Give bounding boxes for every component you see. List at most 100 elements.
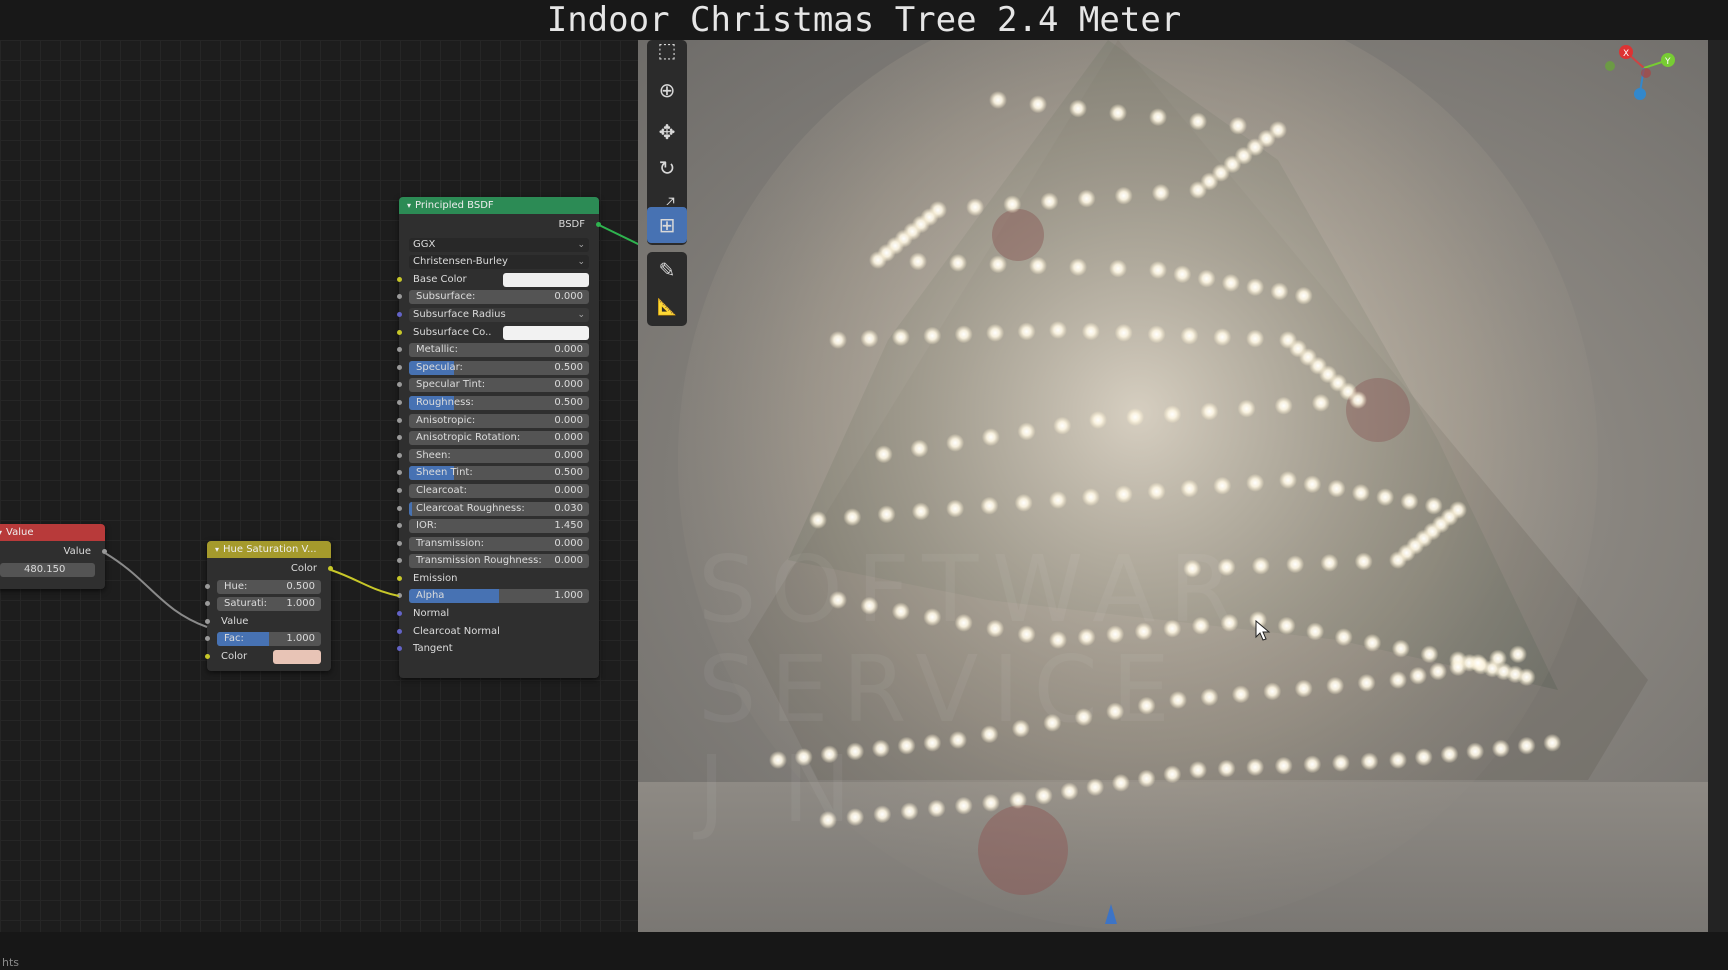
measure-icon: 📐 bbox=[657, 296, 677, 316]
light-bulb bbox=[980, 496, 999, 515]
subsurface-color-swatch[interactable] bbox=[503, 325, 589, 340]
specular-field[interactable]: Specular: 0.500 bbox=[409, 360, 589, 375]
saturation-field[interactable]: Saturati: 1.000 bbox=[217, 597, 321, 612]
light-bulb bbox=[949, 253, 967, 272]
light-bulb bbox=[1151, 183, 1170, 202]
watermark-line-2: SERVICE bbox=[698, 636, 1184, 743]
light-bulb bbox=[869, 251, 887, 269]
light-bulb bbox=[1466, 742, 1485, 761]
normal-socket[interactable] bbox=[397, 611, 402, 617]
hue-value: 0.500 bbox=[286, 580, 315, 592]
tangent-label: Tangent bbox=[413, 643, 453, 655]
value-field[interactable]: 480.150 bbox=[0, 562, 95, 577]
value-output-socket[interactable] bbox=[102, 549, 107, 554]
value-node[interactable]: ▾ Value Value 480.150 bbox=[0, 524, 107, 589]
base-color-swatch[interactable] bbox=[503, 272, 589, 287]
light-bulb bbox=[1420, 645, 1439, 664]
light-bulb bbox=[1029, 95, 1047, 114]
alpha-field[interactable]: Alpha 1.000 bbox=[409, 589, 589, 604]
specular-tint-field[interactable]: Specular Tint: 0.000 bbox=[409, 378, 589, 393]
hue-field[interactable]: Hue: 0.500 bbox=[217, 579, 321, 594]
subsurface-radius-dropdown[interactable]: Subsurface Radius ⌄ bbox=[409, 307, 589, 322]
light-bulb bbox=[1251, 556, 1270, 575]
light-bulb bbox=[874, 445, 893, 464]
saturation-input-socket[interactable] bbox=[205, 601, 210, 607]
sheen-tint-socket[interactable] bbox=[397, 470, 402, 476]
base-color-socket[interactable] bbox=[397, 276, 402, 282]
subsurface-radius-socket[interactable] bbox=[397, 311, 402, 317]
light-bulb bbox=[1109, 103, 1127, 122]
subsurface-field[interactable]: Subsurface: 0.000 bbox=[409, 290, 589, 305]
color-input-socket[interactable] bbox=[205, 653, 210, 659]
hue-saturation-node[interactable]: ▾ Hue Saturation V... Color Hue: 0.500 Sa… bbox=[205, 541, 333, 671]
light-bulb bbox=[891, 328, 910, 347]
light-bulb bbox=[1180, 479, 1199, 498]
clearcoat-roughness-field[interactable]: Clearcoat Roughness: 0.030 bbox=[409, 501, 589, 516]
navigation-gizmo[interactable]: X Y bbox=[1600, 40, 1680, 110]
distribution-dropdown[interactable]: GGX ⌄ bbox=[409, 237, 589, 252]
cursor-tool[interactable]: ⊕ bbox=[647, 72, 687, 108]
sheen-tint-field[interactable]: Sheen Tint: 0.500 bbox=[409, 466, 589, 481]
metallic-socket[interactable] bbox=[397, 347, 402, 353]
value-input-socket[interactable] bbox=[205, 618, 210, 624]
transmission-field[interactable]: Transmission: 0.000 bbox=[409, 536, 589, 551]
specular-socket[interactable] bbox=[397, 364, 402, 370]
light-bulb bbox=[1114, 323, 1133, 342]
specular-tint-socket[interactable] bbox=[397, 382, 402, 388]
node-editor[interactable]: ▾ Value Value 480.150 ▾ Hue Saturation V..… bbox=[0, 0, 638, 970]
move-tool[interactable]: ✥ bbox=[647, 114, 687, 150]
clearcoat-socket[interactable] bbox=[397, 487, 402, 493]
hue-saturation-header[interactable]: ▾ Hue Saturation V... bbox=[207, 541, 331, 558]
principled-bsdf-title: Principled BSDF bbox=[415, 200, 494, 211]
fac-field[interactable]: Fac: 1.000 bbox=[217, 632, 321, 647]
fac-value: 1.000 bbox=[286, 633, 315, 645]
transmission-roughness-socket[interactable] bbox=[397, 558, 402, 564]
color-swatch[interactable] bbox=[273, 649, 321, 664]
3d-viewport[interactable]: SOFTWAR SERVICE J N X Y bbox=[638, 40, 1708, 932]
transmission-socket[interactable] bbox=[397, 540, 402, 546]
transmission-roughness-field[interactable]: Transmission Roughness: 0.000 bbox=[409, 554, 589, 569]
light-bulb bbox=[1400, 492, 1419, 511]
collapse-icon[interactable]: ▾ bbox=[0, 524, 2, 541]
emission-socket[interactable] bbox=[397, 575, 402, 581]
anisotropic-socket[interactable] bbox=[397, 417, 402, 423]
light-bulb bbox=[1109, 259, 1127, 278]
tangent-socket[interactable] bbox=[397, 646, 402, 652]
subsurface-color-socket[interactable] bbox=[397, 329, 402, 335]
fac-input-socket[interactable] bbox=[205, 636, 210, 642]
sheen-socket[interactable] bbox=[397, 452, 402, 458]
clearcoat-roughness-socket[interactable] bbox=[397, 505, 402, 511]
principled-bsdf-node[interactable]: ▾ Principled BSDF BSDF GGX ⌄ Christensen-… bbox=[397, 197, 601, 678]
collapse-icon[interactable]: ▾ bbox=[215, 541, 219, 558]
measure-tool[interactable]: 📐 bbox=[647, 288, 687, 324]
metallic-field[interactable]: Metallic: 0.000 bbox=[409, 343, 589, 358]
ior-field[interactable]: IOR: 1.450 bbox=[409, 519, 589, 534]
transform-tool[interactable]: ⊞ bbox=[647, 207, 687, 243]
collapse-icon[interactable]: ▾ bbox=[407, 197, 411, 214]
subsurface-method-dropdown[interactable]: Christensen-Burley ⌄ bbox=[409, 255, 589, 270]
light-bulb bbox=[1180, 326, 1199, 345]
clearcoat-normal-socket[interactable] bbox=[397, 628, 402, 634]
sheen-field[interactable]: Sheen: 0.000 bbox=[409, 448, 589, 463]
color-output-socket[interactable] bbox=[328, 566, 333, 571]
clearcoat-field[interactable]: Clearcoat: 0.000 bbox=[409, 483, 589, 498]
properties-tab-strip[interactable] bbox=[1708, 40, 1728, 932]
subsurface-socket[interactable] bbox=[397, 294, 402, 300]
rotate-tool[interactable]: ↻ bbox=[647, 150, 687, 186]
anisotropic-rotation-field[interactable]: Anisotropic Rotation: 0.000 bbox=[409, 431, 589, 446]
sheen-tint-label: Sheen Tint: bbox=[416, 467, 473, 479]
roughness-field[interactable]: Roughness: 0.500 bbox=[409, 395, 589, 410]
light-bulb bbox=[1331, 753, 1350, 772]
origin-marker-icon bbox=[1105, 904, 1117, 924]
ior-socket[interactable] bbox=[397, 523, 402, 529]
bsdf-output-socket[interactable] bbox=[596, 222, 601, 227]
value-node-header[interactable]: ▾ Value bbox=[0, 524, 105, 541]
hue-input-socket[interactable] bbox=[205, 583, 210, 589]
annotate-tool[interactable]: ✎ bbox=[647, 252, 687, 288]
anisotropic-field[interactable]: Anisotropic: 0.000 bbox=[409, 413, 589, 428]
principled-bsdf-header[interactable]: ▾ Principled BSDF bbox=[399, 197, 599, 214]
roughness-socket[interactable] bbox=[397, 399, 402, 405]
anisotropic-rotation-socket[interactable] bbox=[397, 435, 402, 441]
alpha-socket[interactable] bbox=[397, 593, 402, 599]
light-bulb bbox=[1351, 483, 1370, 502]
